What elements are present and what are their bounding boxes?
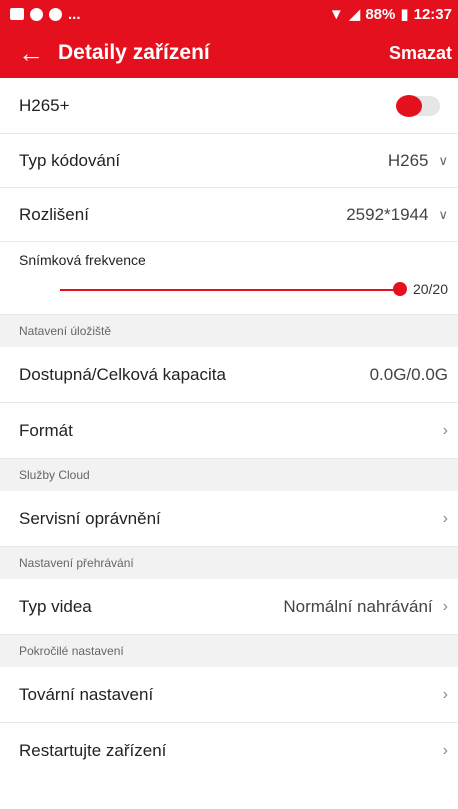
back-arrow-icon[interactable]: ←	[18, 40, 44, 66]
chevron-right-icon: ›	[442, 509, 448, 527]
app-bar: ← Detaily zařízení Smazat	[0, 28, 458, 78]
toggle-knob	[396, 94, 422, 117]
advanced-section-header: Pokročilé nastavení	[0, 635, 458, 667]
service-permission-label: Servisní oprávnění	[19, 508, 161, 528]
chevron-down-icon: ∨	[438, 206, 448, 222]
battery-icon: ▮	[400, 6, 409, 23]
signal-icon: ◢	[348, 6, 361, 23]
chevron-down-icon: ∨	[438, 152, 448, 168]
h265plus-label: H265+	[19, 95, 70, 115]
messenger-icon	[49, 7, 62, 21]
delete-button[interactable]: Smazat	[389, 43, 452, 64]
capacity-value: 0.0G/0.0G	[369, 364, 448, 384]
restart-device-label: Restartujte zařízení	[19, 741, 167, 760]
video-type-row[interactable]: Typ videa Normální nahrávání ›	[0, 579, 458, 635]
service-permission-row[interactable]: Servisní oprávnění ›	[0, 491, 458, 547]
encoding-value-group: H265 ∨	[388, 151, 448, 171]
playback-section-header: Nastavení přehrávání	[0, 547, 458, 579]
frame-rate-value: 20/20	[412, 281, 448, 297]
battery-percent: 88%	[365, 5, 396, 23]
app-bar-left: ← Detaily zařízení	[18, 40, 210, 66]
format-label: Formát	[19, 420, 73, 440]
encoding-row[interactable]: Typ kódování H265 ∨	[0, 134, 458, 188]
capacity-label: Dostupná/Celková kapacita	[19, 364, 226, 384]
chevron-right-icon: ›	[442, 742, 448, 759]
chevron-right-icon: ›	[442, 685, 448, 703]
status-left: ...	[10, 6, 81, 23]
chevron-right-icon: ›	[442, 421, 448, 439]
video-type-label: Typ videa	[19, 596, 92, 616]
status-right: ▼ ◢ 88% ▮ 12:37	[328, 5, 452, 24]
page-title: Detaily zařízení	[58, 41, 210, 64]
clock: 12:37	[413, 5, 452, 23]
whatsapp-icon	[30, 7, 43, 21]
resolution-value-group: 2592*1944 ∨	[346, 205, 448, 225]
resolution-value: 2592*1944	[346, 204, 429, 224]
encoding-label: Typ kódování	[19, 150, 121, 170]
status-bar: ... ▼ ◢ 88% ▮ 12:37	[0, 0, 458, 28]
resolution-row[interactable]: Rozlišení 2592*1944 ∨	[0, 188, 458, 242]
frame-rate-slider[interactable]	[60, 289, 400, 291]
frame-rate-label: Snímková frekvence	[19, 252, 146, 268]
h265plus-row: H265+	[0, 78, 458, 134]
wifi-icon: ▼	[328, 5, 344, 23]
frame-rate-slider-thumb[interactable]	[393, 282, 407, 296]
video-type-value-group: Normální nahrávání ›	[283, 597, 448, 617]
restart-device-row[interactable]: Restartujte zařízení ›	[0, 723, 458, 779]
storage-section-header: Natavení úložiště	[0, 315, 458, 347]
capacity-row: Dostupná/Celková kapacita 0.0G/0.0G	[0, 347, 458, 403]
cloud-section-header: Služby Cloud	[0, 459, 458, 491]
more-notifications-indicator: ...	[68, 5, 81, 23]
factory-reset-row[interactable]: Tovární nastavení ›	[0, 667, 458, 723]
frame-rate-block: Snímková frekvence 20/20	[0, 242, 458, 315]
h265plus-toggle[interactable]	[396, 94, 440, 117]
resolution-label: Rozlišení	[19, 204, 89, 224]
chevron-right-icon: ›	[442, 597, 448, 615]
frame-rate-slider-fill	[60, 289, 400, 291]
gallery-icon	[10, 8, 24, 20]
factory-reset-label: Tovární nastavení	[19, 684, 154, 704]
encoding-value: H265	[387, 150, 429, 170]
video-type-value: Normální nahrávání	[283, 596, 433, 616]
format-row[interactable]: Formát ›	[0, 403, 458, 459]
